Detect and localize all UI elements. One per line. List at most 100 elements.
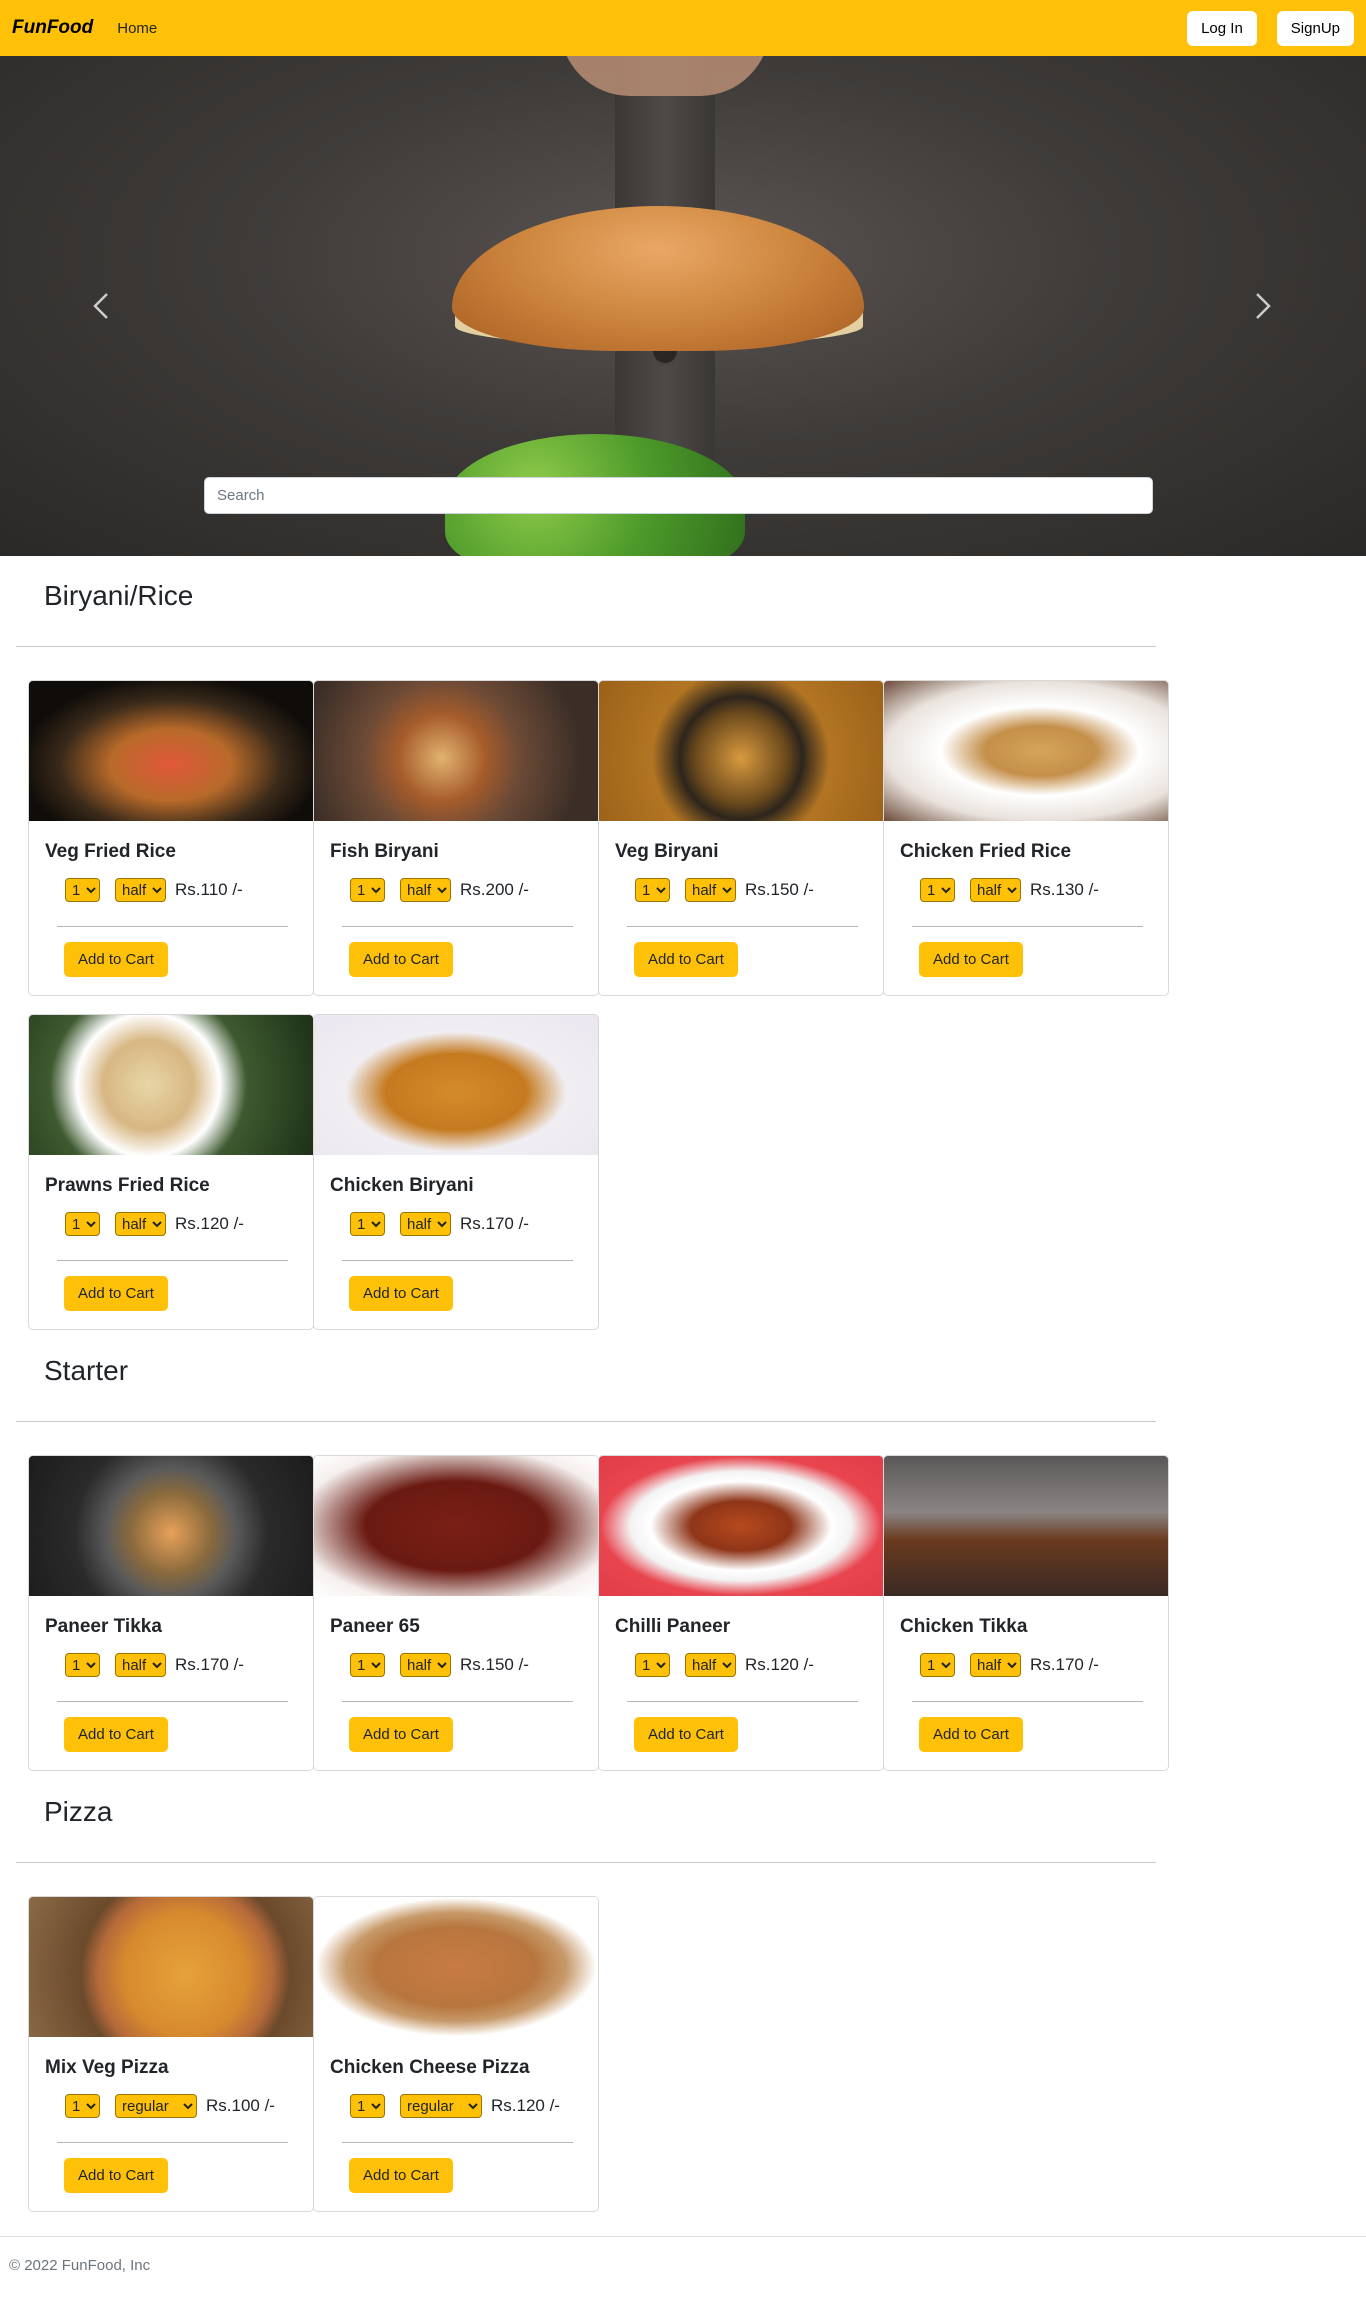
- add-to-cart-button[interactable]: Add to Cart: [634, 1717, 738, 1752]
- size-select[interactable]: half: [400, 1653, 451, 1677]
- card-divider: [912, 1701, 1143, 1702]
- order-controls: 1 half Rs.200 /-: [350, 878, 529, 902]
- order-controls: 1 half Rs.170 /-: [65, 1653, 244, 1677]
- card-divider: [627, 1701, 858, 1702]
- card-divider: [912, 926, 1143, 927]
- order-controls: 1 regular Rs.100 /-: [65, 2094, 275, 2118]
- card-divider: [57, 1260, 288, 1261]
- add-to-cart-button[interactable]: Add to Cart: [349, 1717, 453, 1752]
- add-to-cart-button[interactable]: Add to Cart: [64, 1276, 168, 1311]
- card-divider: [342, 2142, 573, 2143]
- size-select[interactable]: half: [115, 1212, 166, 1236]
- food-name: Prawns Fried Rice: [45, 1175, 210, 1196]
- chevron-right-icon[interactable]: [1242, 286, 1282, 326]
- add-to-cart-button[interactable]: Add to Cart: [64, 942, 168, 977]
- food-image: [314, 681, 598, 821]
- food-image: [314, 1897, 598, 2037]
- login-button[interactable]: Log In: [1187, 10, 1257, 46]
- size-select[interactable]: half: [970, 878, 1021, 902]
- food-card: Prawns Fried Rice 1 half Rs.120 /- Add to Ca…: [28, 1014, 314, 1330]
- add-to-cart-button[interactable]: Add to Cart: [634, 942, 738, 977]
- order-controls: 1 half Rs.120 /-: [635, 1653, 814, 1677]
- order-controls: 1 half Rs.170 /-: [920, 1653, 1099, 1677]
- section-divider: [16, 1421, 1156, 1422]
- hero-carousel: [0, 56, 1366, 556]
- food-price: Rs.150 /-: [460, 1655, 529, 1674]
- food-name: Veg Biryani: [615, 841, 719, 862]
- size-select[interactable]: half: [685, 1653, 736, 1677]
- food-card: Paneer Tikka 1 half Rs.170 /- Add to Cart: [28, 1455, 314, 1771]
- order-controls: 1 half Rs.130 /-: [920, 878, 1099, 902]
- food-price: Rs.170 /-: [1030, 1655, 1099, 1674]
- food-name: Chicken Cheese Pizza: [330, 2057, 530, 2078]
- add-to-cart-button[interactable]: Add to Cart: [64, 2158, 168, 2193]
- size-select[interactable]: half: [970, 1653, 1021, 1677]
- quantity-select[interactable]: 1: [350, 878, 385, 902]
- add-to-cart-button[interactable]: Add to Cart: [349, 1276, 453, 1311]
- food-price: Rs.120 /-: [175, 1214, 244, 1233]
- food-image: [884, 1456, 1168, 1596]
- card-divider: [627, 926, 858, 927]
- food-price: Rs.170 /-: [460, 1214, 529, 1233]
- food-card: Chicken Tikka 1 half Rs.170 /- Add to Cart: [883, 1455, 1169, 1771]
- size-select[interactable]: half: [685, 878, 736, 902]
- add-to-cart-button[interactable]: Add to Cart: [64, 1717, 168, 1752]
- chevron-left-icon[interactable]: [82, 286, 122, 326]
- footer-copyright: © 2022 FunFood, Inc: [9, 2257, 151, 2274]
- food-image: [29, 681, 313, 821]
- add-to-cart-button[interactable]: Add to Cart: [349, 2158, 453, 2193]
- food-image: [29, 1456, 313, 1596]
- food-name: Chicken Biryani: [330, 1175, 474, 1196]
- food-card: Mix Veg Pizza 1 regular Rs.100 /- Add to Car…: [28, 1896, 314, 2212]
- food-price: Rs.110 /-: [175, 880, 243, 899]
- size-select[interactable]: regular: [115, 2094, 197, 2118]
- quantity-select[interactable]: 1: [920, 878, 955, 902]
- quantity-select[interactable]: 1: [635, 878, 670, 902]
- size-select[interactable]: half: [400, 1212, 451, 1236]
- food-card: Veg Fried Rice 1 half Rs.110 /- Add to Cart: [28, 680, 314, 996]
- card-divider: [342, 1260, 573, 1261]
- nav-auth-buttons: Log In SignUp: [1187, 10, 1354, 46]
- brand-logo[interactable]: FunFood: [12, 17, 93, 39]
- order-controls: 1 regular Rs.120 /-: [350, 2094, 560, 2118]
- quantity-select[interactable]: 1: [350, 1212, 385, 1236]
- size-select[interactable]: regular: [400, 2094, 482, 2118]
- add-to-cart-button[interactable]: Add to Cart: [919, 942, 1023, 977]
- food-price: Rs.120 /-: [491, 2096, 560, 2115]
- section-title: Starter: [44, 1355, 129, 1386]
- food-image: [599, 681, 883, 821]
- order-controls: 1 half Rs.150 /-: [350, 1653, 529, 1677]
- quantity-select[interactable]: 1: [65, 1653, 100, 1677]
- food-card: Chicken Biryani 1 half Rs.170 /- Add to Cart: [313, 1014, 599, 1330]
- add-to-cart-button[interactable]: Add to Cart: [349, 942, 453, 977]
- size-select[interactable]: half: [400, 878, 451, 902]
- signup-button[interactable]: SignUp: [1276, 10, 1354, 46]
- size-select[interactable]: half: [115, 878, 166, 902]
- food-name: Chicken Fried Rice: [900, 841, 1072, 862]
- food-image: [314, 1015, 598, 1155]
- food-card: Fish Biryani 1 half Rs.200 /- Add to Cart: [313, 680, 599, 996]
- quantity-select[interactable]: 1: [65, 878, 100, 902]
- quantity-select[interactable]: 1: [65, 1212, 100, 1236]
- quantity-select[interactable]: 1: [635, 1653, 670, 1677]
- food-image: [29, 1015, 313, 1155]
- add-to-cart-button[interactable]: Add to Cart: [919, 1717, 1023, 1752]
- section-title: Biryani/Rice: [44, 580, 194, 611]
- quantity-select[interactable]: 1: [350, 2094, 385, 2118]
- search-input[interactable]: [204, 477, 1153, 514]
- food-image: [29, 1897, 313, 2037]
- food-price: Rs.170 /-: [175, 1655, 244, 1674]
- food-name: Paneer 65: [330, 1616, 420, 1637]
- nav-home-link[interactable]: Home: [117, 20, 157, 37]
- card-divider: [57, 1701, 288, 1702]
- food-card: Chicken Fried Rice 1 half Rs.130 /- Add to C…: [883, 680, 1169, 996]
- food-price: Rs.200 /-: [460, 880, 529, 899]
- order-controls: 1 half Rs.150 /-: [635, 878, 814, 902]
- quantity-select[interactable]: 1: [920, 1653, 955, 1677]
- quantity-select[interactable]: 1: [350, 1653, 385, 1677]
- card-divider: [342, 1701, 573, 1702]
- size-select[interactable]: half: [115, 1653, 166, 1677]
- navbar: FunFood Home Log In SignUp: [0, 0, 1366, 56]
- footer-divider: [0, 2236, 1366, 2237]
- quantity-select[interactable]: 1: [65, 2094, 100, 2118]
